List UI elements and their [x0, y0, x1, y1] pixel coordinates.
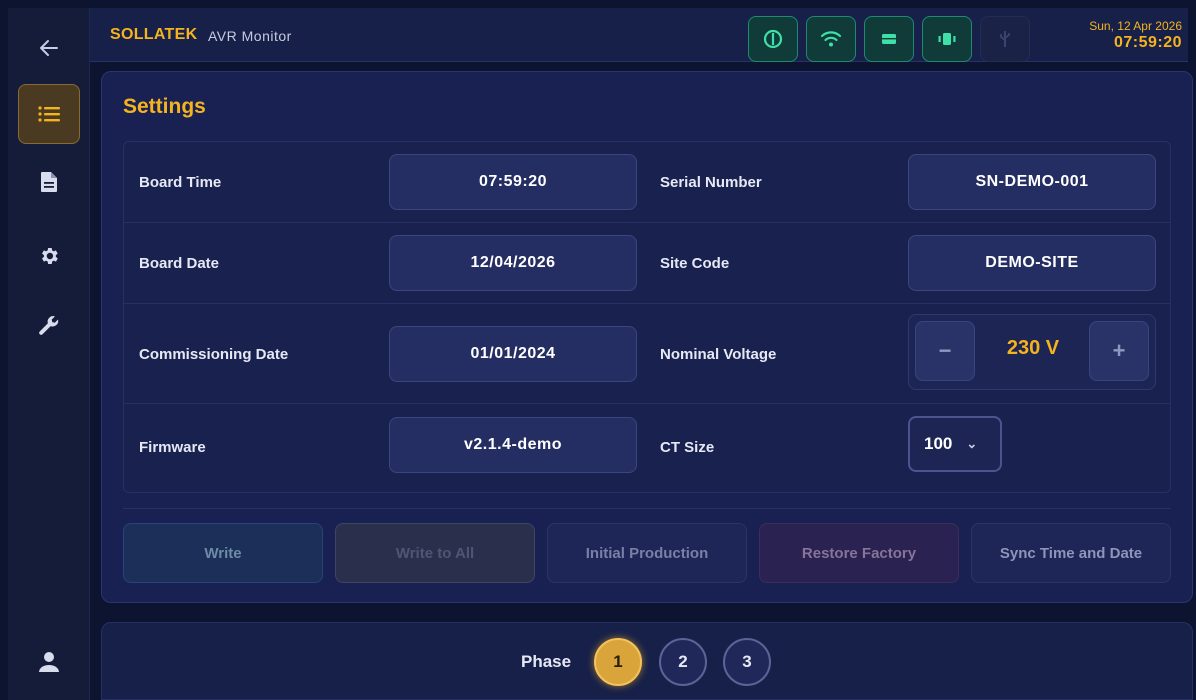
header-date: Sun, 12 Apr 2026 — [1089, 19, 1182, 33]
usb-icon — [1000, 31, 1010, 47]
settings-grid: Board Time 07:59:20 Serial Number SN-DEM… — [123, 141, 1171, 493]
write-button[interactable]: Write — [123, 523, 323, 583]
nominal-voltage-stepper: − 230 V + — [908, 314, 1156, 390]
commissioning-date-field[interactable]: 01/01/2024 — [389, 326, 637, 382]
ct-size-value: 100 — [924, 434, 953, 453]
ct-size-label: CT Size — [660, 439, 715, 456]
nav-documents[interactable] — [18, 152, 80, 212]
commissioning-date-label: Commissioning Date — [139, 346, 289, 363]
phase-label: Phase — [521, 652, 572, 671]
decrement-button[interactable]: − — [915, 321, 975, 381]
settings-row: Firmware v2.1.4-demo CT Size 100 ⌄ — [124, 404, 1170, 492]
sync-time-date-button[interactable]: Sync Time and Date — [971, 523, 1171, 583]
board-date-field[interactable]: 12/04/2026 — [389, 235, 637, 291]
document-icon — [41, 172, 57, 192]
chevron-down-icon: ⌄ — [966, 436, 978, 451]
phase-2-button[interactable]: 2 — [659, 638, 707, 686]
header: SOLLATEK AVR Monitor Sun, 12 Apr 2026 07… — [90, 8, 1188, 62]
nav-settings[interactable] — [18, 226, 80, 286]
power-icon — [763, 29, 783, 49]
usb-status[interactable] — [980, 16, 1030, 62]
header-time: 07:59:20 — [1113, 34, 1182, 51]
nominal-voltage-value: 230 V — [1006, 337, 1060, 359]
brand-logo-text: SOLLATEK — [110, 26, 198, 43]
site-code-label: Site Code — [660, 255, 730, 272]
vibration-status[interactable] — [922, 16, 972, 62]
divider — [123, 508, 1171, 509]
restore-factory-button[interactable]: Restore Factory — [759, 523, 959, 583]
page-title: Settings — [123, 95, 206, 118]
sidebar — [8, 8, 90, 700]
user-icon — [39, 652, 59, 672]
ct-size-select[interactable]: 100 ⌄ — [908, 416, 1002, 472]
phase-bar: Phase 1 2 3 — [101, 622, 1193, 700]
write-to-all-button[interactable]: Write to All — [335, 523, 535, 583]
battery-status[interactable] — [864, 16, 914, 62]
serial-number-label: Serial Number — [660, 174, 762, 191]
wrench-icon — [39, 316, 59, 335]
wifi-status[interactable] — [806, 16, 856, 62]
nominal-voltage-label: Nominal Voltage — [660, 346, 777, 363]
back-arrow-icon — [40, 40, 58, 56]
site-code-field[interactable]: DEMO-SITE — [908, 235, 1156, 291]
settings-row: Board Date 12/04/2026 Site Code DEMO-SIT… — [124, 223, 1170, 304]
initial-production-button[interactable]: Initial Production — [547, 523, 747, 583]
power-status[interactable] — [748, 16, 798, 62]
phase-1-button[interactable]: 1 — [594, 638, 642, 686]
gear-icon — [42, 248, 58, 264]
board-date-label: Board Date — [139, 255, 220, 272]
settings-row: Commissioning Date 01/01/2024 Nominal Vo… — [124, 304, 1170, 404]
user-button[interactable] — [18, 632, 80, 692]
wifi-icon — [820, 31, 842, 47]
battery-icon — [882, 34, 896, 44]
app-subtitle: AVR Monitor — [208, 28, 292, 44]
phase-3-button[interactable]: 3 — [723, 638, 771, 686]
nav-settings-list[interactable] — [18, 84, 80, 144]
nav-tools[interactable] — [18, 296, 80, 356]
firmware-field: v2.1.4-demo — [389, 417, 637, 473]
list-icon — [38, 106, 60, 122]
serial-number-field[interactable]: SN-DEMO-001 — [908, 154, 1156, 210]
increment-button[interactable]: + — [1089, 321, 1149, 381]
settings-card: Settings Board Time 07:59:20 Serial Numb… — [101, 71, 1193, 603]
board-time-field[interactable]: 07:59:20 — [389, 154, 637, 210]
settings-row: Board Time 07:59:20 Serial Number SN-DEM… — [124, 142, 1170, 223]
board-time-label: Board Time — [139, 174, 222, 191]
back-button[interactable] — [18, 18, 80, 78]
firmware-label: Firmware — [139, 439, 206, 456]
vibration-icon — [938, 33, 956, 45]
